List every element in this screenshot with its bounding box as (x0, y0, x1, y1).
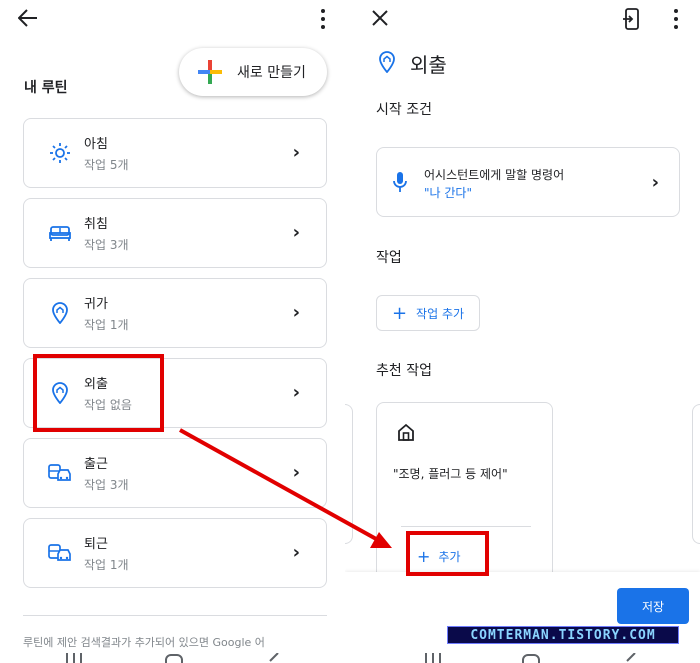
microphone-icon (393, 171, 407, 197)
colored-plus-icon (198, 60, 222, 84)
routine-card-commute-home[interactable]: 퇴근 작업 1개 › (23, 518, 327, 588)
routine-detail-screen: 외출 시작 조건 어시스턴트에게 말할 명령어 "나 간다" › 작업 + 작업… (345, 0, 700, 663)
routine-card-morning[interactable]: 아침 작업 5개 › (23, 118, 327, 188)
suggestion-card-edge (692, 404, 700, 544)
commute-icon (48, 541, 72, 565)
screenshot-composite: 새로 만들기 내 루틴 아침 작업 5개 › 취침 작업 3개 › 귀가 작업 (0, 0, 700, 663)
home-nav-icon[interactable] (521, 652, 541, 663)
house-icon (397, 423, 415, 445)
highlight-box-going-out (33, 354, 164, 432)
create-new-button[interactable]: 새로 만들기 (179, 48, 327, 96)
routines-list-screen: 새로 만들기 내 루틴 아침 작업 5개 › 취침 작업 3개 › 귀가 작업 (0, 0, 345, 663)
routine-title: 외출 (410, 53, 447, 77)
plus-icon: + (391, 302, 408, 324)
routine-task-count: 작업 3개 (84, 478, 129, 492)
divider (23, 615, 327, 616)
bed-icon (48, 221, 72, 245)
suggestion-text: "조명, 플러그 등 제어" (393, 467, 508, 481)
suggestion-card-edge (345, 404, 353, 544)
recent-apps-icon[interactable] (423, 648, 443, 663)
close-icon[interactable] (368, 7, 392, 29)
routine-name: 귀가 (84, 297, 108, 312)
chevron-right-icon: › (292, 462, 300, 483)
commute-icon (48, 461, 72, 485)
create-new-label: 새로 만들기 (237, 65, 306, 81)
chevron-right-icon: › (292, 142, 300, 163)
tasks-label: 작업 (376, 250, 402, 266)
highlight-box-add (406, 531, 489, 576)
suggested-tasks-label: 추천 작업 (376, 363, 432, 379)
my-routines-title: 내 루틴 (24, 80, 68, 96)
chevron-right-icon: › (292, 542, 300, 563)
back-arrow-icon[interactable] (14, 6, 42, 30)
routine-name: 퇴근 (84, 537, 108, 552)
footer-hint-text: 루틴에 제안 검색결과가 추가되어 있으면 Google 어 (23, 636, 265, 649)
start-condition-card[interactable]: 어시스턴트에게 말할 명령어 "나 간다" › (376, 147, 680, 217)
routine-card-home[interactable]: 귀가 작업 1개 › (23, 278, 327, 348)
watermark: COMTERMAN.TISTORY.COM (447, 626, 679, 644)
home-nav-icon[interactable] (164, 652, 184, 663)
back-nav-icon[interactable] (621, 648, 639, 663)
location-home-icon (377, 50, 397, 74)
routine-card-bedtime[interactable]: 취침 작업 3개 › (23, 198, 327, 268)
chevron-right-icon: › (292, 302, 300, 323)
more-options-icon[interactable] (320, 9, 326, 29)
chevron-right-icon: › (651, 172, 659, 193)
routine-task-count: 작업 1개 (84, 558, 129, 572)
save-button[interactable]: 저장 (617, 588, 689, 624)
chevron-right-icon: › (292, 382, 300, 403)
chevron-right-icon: › (292, 222, 300, 243)
routine-task-count: 작업 5개 (84, 158, 129, 172)
more-options-icon[interactable] (673, 9, 679, 29)
bottom-action-bar: 저장 (345, 572, 700, 663)
add-task-button[interactable]: + 작업 추가 (376, 295, 480, 331)
routine-card-commute-work[interactable]: 출근 작업 3개 › (23, 438, 327, 508)
condition-phrase: "나 간다" (424, 186, 472, 200)
back-nav-icon[interactable] (264, 648, 282, 663)
routine-name: 취침 (84, 217, 108, 232)
condition-title: 어시스턴트에게 말할 명령어 (424, 168, 565, 182)
routine-name: 아침 (84, 137, 108, 152)
add-to-home-screen-icon[interactable] (619, 7, 643, 31)
sun-icon (48, 141, 72, 165)
divider (401, 526, 531, 527)
routine-name: 출근 (84, 457, 108, 472)
location-home-icon (48, 301, 72, 325)
add-task-label: 작업 추가 (416, 306, 465, 321)
routine-task-count: 작업 3개 (84, 238, 129, 252)
recent-apps-icon[interactable] (64, 648, 84, 663)
routine-task-count: 작업 1개 (84, 318, 129, 332)
start-condition-label: 시작 조건 (376, 102, 432, 118)
